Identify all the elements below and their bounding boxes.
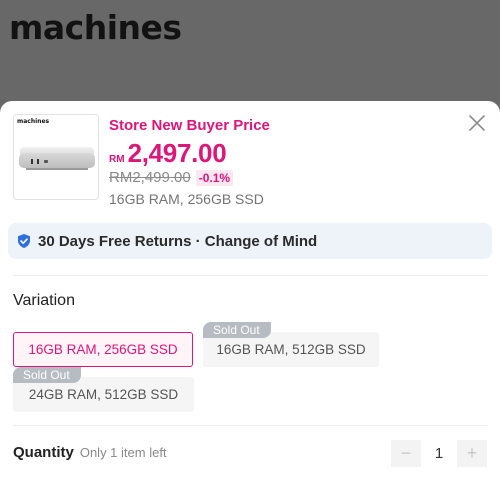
sold-out-badge: Sold Out bbox=[13, 367, 81, 383]
product-thumbnail[interactable]: machines bbox=[13, 114, 99, 200]
shield-check-icon bbox=[16, 233, 32, 249]
quantity-title: Quantity bbox=[13, 444, 74, 461]
variation-option-16gb-256gb[interactable]: 16GB RAM, 256GB SSD bbox=[13, 332, 193, 367]
close-button[interactable] bbox=[468, 114, 486, 132]
current-price: 2,497.00 bbox=[127, 138, 227, 168]
close-icon bbox=[469, 115, 485, 131]
currency-label: RM bbox=[109, 154, 125, 165]
quantity-label-row: Quantity Only 1 item left bbox=[13, 444, 167, 461]
variation-title: Variation bbox=[13, 292, 75, 309]
selected-variant-summary: 16GB RAM, 256GB SSD bbox=[109, 191, 264, 207]
stock-note: Only 1 item left bbox=[79, 445, 167, 460]
variation-option-label: 16GB RAM, 512GB SSD bbox=[216, 342, 366, 357]
divider bbox=[13, 275, 488, 276]
background-brand-text: machines bbox=[9, 8, 182, 47]
variation-option-label: 24GB RAM, 512GB SSD bbox=[28, 387, 179, 402]
price-block: Store New Buyer Price RM 2,497.00 RM2,49… bbox=[109, 117, 270, 207]
minus-icon: − bbox=[400, 443, 412, 463]
free-returns-banner[interactable]: 30 Days Free Returns · Change of Mind bbox=[8, 223, 492, 259]
plus-icon: + bbox=[466, 443, 478, 463]
divider bbox=[13, 425, 488, 426]
discount-badge: -0.1% bbox=[195, 169, 234, 186]
quantity-value[interactable]: 1 bbox=[421, 445, 457, 462]
sold-out-badge: Sold Out bbox=[203, 322, 271, 338]
decrease-quantity-button[interactable]: − bbox=[391, 440, 421, 467]
free-returns-text: 30 Days Free Returns · Change of Mind bbox=[38, 232, 318, 250]
price-row: RM 2,497.00 bbox=[109, 139, 270, 167]
original-price: RM2,499.00 bbox=[109, 169, 191, 186]
variation-bottom-sheet: machines Store New Buyer Price RM 2,497.… bbox=[0, 101, 500, 494]
variation-option-24gb-512gb[interactable]: Sold Out 24GB RAM, 512GB SSD bbox=[13, 367, 194, 412]
mac-mini-image bbox=[19, 147, 95, 170]
variation-option-label: 16GB RAM, 256GB SSD bbox=[28, 342, 178, 357]
promo-title: Store New Buyer Price bbox=[109, 117, 270, 134]
variation-option-16gb-512gb[interactable]: Sold Out 16GB RAM, 512GB SSD bbox=[203, 322, 379, 367]
quantity-stepper: − 1 + bbox=[391, 440, 487, 467]
increase-quantity-button[interactable]: + bbox=[457, 440, 487, 467]
original-price-row: RM2,499.00 -0.1% bbox=[109, 169, 270, 186]
